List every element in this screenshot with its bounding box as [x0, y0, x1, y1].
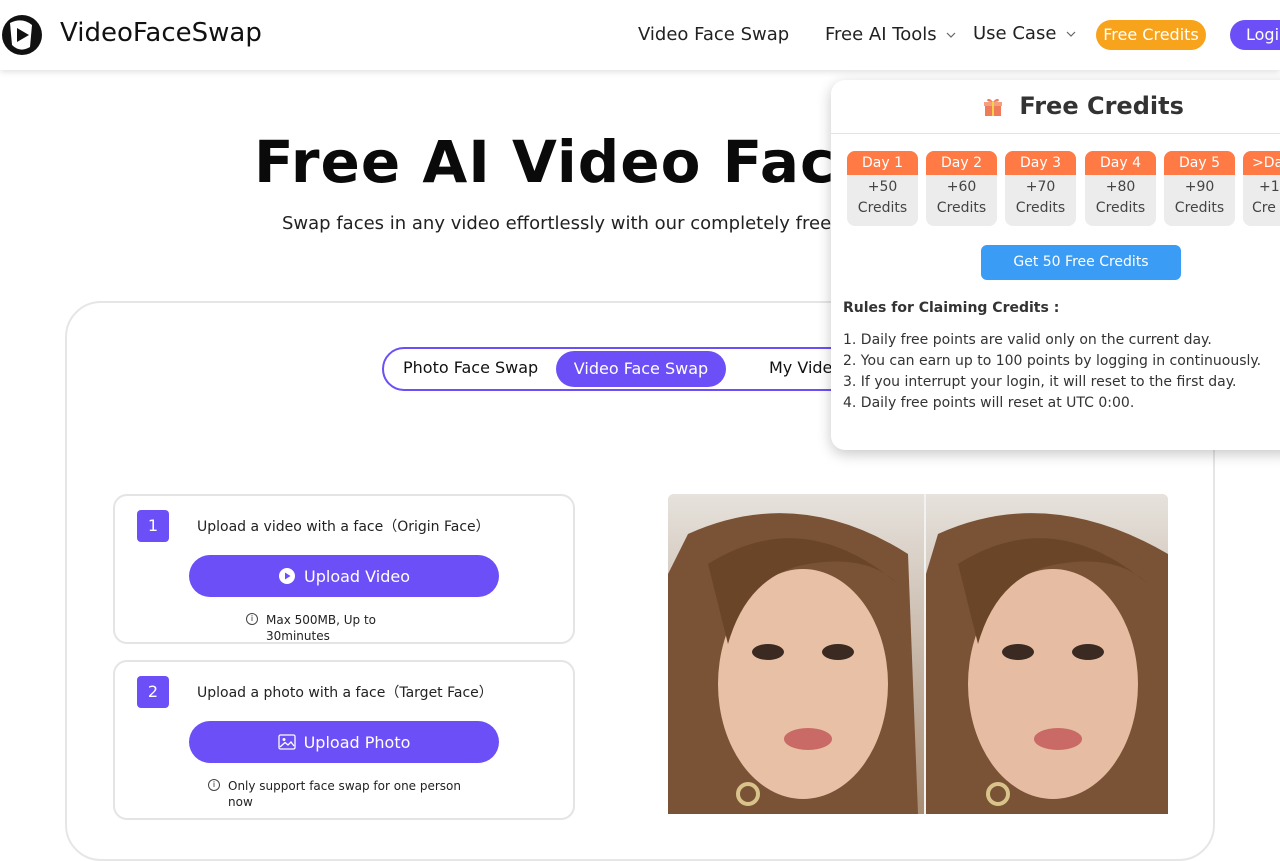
nav-label: Free AI Tools	[825, 24, 937, 45]
nav-use-case[interactable]: Use Case	[973, 23, 1076, 44]
upload-video-button[interactable]: Upload Video	[189, 555, 499, 597]
chevron-down-icon	[1066, 31, 1076, 37]
day-label: Day 3	[1005, 151, 1076, 175]
rule-item: 3. If you interrupt your login, it will …	[843, 374, 1237, 390]
nav-video-face-swap[interactable]: Video Face Swap	[638, 24, 789, 45]
site-header: VideoFaceSwap Video Face Swap Free AI To…	[0, 0, 1280, 70]
day-unit: Credits	[1015, 200, 1066, 216]
image-icon	[277, 734, 296, 750]
upload-video-note: i Max 500MB, Up to 30minutes	[246, 612, 426, 644]
step-upload-photo: 2 Upload a photo with a face（Target Face…	[113, 660, 575, 820]
tab-my-videos[interactable]: My Vide	[769, 358, 832, 377]
free-credits-button[interactable]: Free Credits	[1096, 20, 1206, 50]
note-line: Max 500MB, Up to	[266, 613, 377, 627]
info-icon: i	[208, 779, 220, 791]
get-free-credits-button[interactable]: Get 50 Free Credits	[981, 245, 1181, 280]
day-reward-card: >Da +1 Cre	[1243, 151, 1280, 226]
note-line: now	[228, 795, 253, 809]
day-unit: Credits	[936, 200, 987, 216]
gift-icon	[984, 98, 1002, 116]
brand-name[interactable]: VideoFaceSwap	[60, 18, 262, 48]
login-button[interactable]: Login	[1230, 20, 1280, 50]
rule-item: 1. Daily free points are valid only on t…	[843, 332, 1212, 348]
day-reward-card: Day 5 +90 Credits	[1164, 151, 1235, 226]
mode-tabs: Photo Face Swap Video Face Swap My Vide	[382, 347, 902, 391]
day-reward-card: Day 1 +50 Credits	[847, 151, 918, 226]
day-amount: +90	[1184, 179, 1215, 195]
rule-item: 2. You can earn up to 100 points by logg…	[843, 353, 1262, 369]
day-label: Day 5	[1164, 151, 1235, 175]
upload-photo-button[interactable]: Upload Photo	[189, 721, 499, 763]
day-label: >Da	[1243, 151, 1280, 175]
chevron-down-icon	[946, 32, 956, 38]
step-upload-video: 1 Upload a video with a face（Origin Face…	[113, 494, 575, 644]
day-amount: +1	[1259, 179, 1280, 195]
play-circle-icon	[279, 568, 295, 584]
logo-icon[interactable]	[0, 13, 44, 57]
divider	[831, 133, 1280, 134]
note-line: 30minutes	[266, 629, 330, 643]
rules-title: Rules for Claiming Credits :	[843, 300, 1060, 316]
button-label: Upload Photo	[303, 732, 411, 752]
day-reward-card: Day 3 +70 Credits	[1005, 151, 1076, 226]
page-subtitle: Swap faces in any video effortlessly wit…	[282, 213, 832, 234]
nav-label: Use Case	[973, 23, 1057, 44]
day-amount: +80	[1105, 179, 1136, 195]
face-swap-preview-image	[668, 494, 1168, 814]
page-title: Free AI Video Face	[254, 128, 876, 196]
day-label: Day 4	[1085, 151, 1156, 175]
day-unit: Credits	[857, 200, 908, 216]
day-unit: Cre	[1252, 200, 1276, 216]
button-label: Upload Video	[304, 566, 410, 586]
day-label: Day 1	[847, 151, 918, 175]
day-unit: Credits	[1174, 200, 1225, 216]
popup-title-text: Free Credits	[1019, 92, 1184, 120]
info-icon: i	[246, 613, 258, 625]
day-amount: +50	[867, 179, 898, 195]
step-label: Upload a video with a face（Origin Face）	[197, 519, 490, 535]
preview-illustration	[668, 494, 1168, 814]
nav-label: Video Face Swap	[638, 24, 790, 45]
day-amount: +70	[1025, 179, 1056, 195]
day-amount: +60	[946, 179, 977, 195]
day-unit: Credits	[1095, 200, 1146, 216]
tab-photo-face-swap[interactable]: Photo Face Swap	[403, 358, 538, 377]
step-label: Upload a photo with a face（Target Face）	[197, 685, 493, 701]
popup-title: Free Credits	[983, 92, 1184, 120]
step-number: 1	[137, 510, 169, 542]
day-reward-card: Day 2 +60 Credits	[926, 151, 997, 226]
tab-video-face-swap[interactable]: Video Face Swap	[556, 351, 726, 387]
day-reward-card: Day 4 +80 Credits	[1085, 151, 1156, 226]
note-line: Only support face swap for one person	[228, 779, 462, 793]
free-credits-popup: Free Credits Day 1 +50 Credits Day 2 +60…	[831, 80, 1280, 450]
nav-free-ai-tools[interactable]: Free AI Tools	[825, 24, 956, 45]
rule-item: 4. Daily free points will reset at UTC 0…	[843, 395, 1135, 411]
step-number: 2	[137, 676, 169, 708]
day-label: Day 2	[926, 151, 997, 175]
upload-photo-note: i Only support face swap for one person …	[208, 778, 488, 810]
